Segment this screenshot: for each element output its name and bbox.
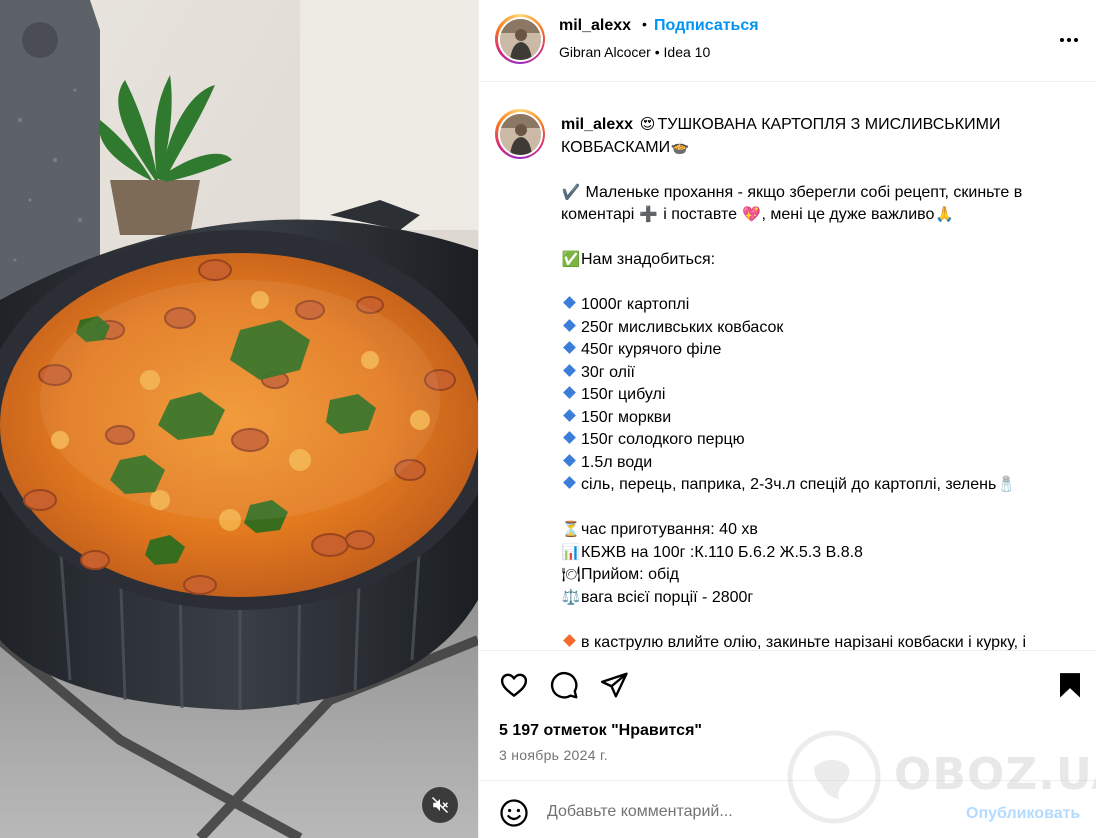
profile-photo-icon	[499, 18, 541, 60]
author-username[interactable]: mil_alexx	[559, 17, 631, 35]
caption-scroll-area[interactable]: mil_alexx 😍 ТУШКОВАНА КАРТОПЛЯ З МИСЛИВСЬ…	[479, 83, 1096, 650]
bookmark-icon[interactable]	[1055, 670, 1085, 700]
smile-icon[interactable]	[499, 798, 529, 828]
caption-author-avatar[interactable]	[495, 109, 545, 159]
hourglass-emoji: ⏳	[561, 521, 581, 538]
step-1: в каструлю влийте олію, закиньте нарізан…	[581, 633, 1027, 651]
blue-diamond-icon	[563, 318, 576, 332]
author-avatar[interactable]	[495, 14, 545, 64]
comment-input[interactable]	[547, 797, 947, 827]
blue-diamond-icon	[563, 408, 576, 422]
ingredient-item: 450г курячого філе	[561, 339, 1061, 362]
heart-emoji: 💖	[742, 206, 761, 223]
ingredient-item: 150г цибулі	[561, 384, 1061, 407]
plus-emoji: ➕	[639, 206, 659, 223]
cooking-time: час приготування: 40 хв	[581, 521, 758, 538]
publish-button[interactable]: Опубликовать	[966, 805, 1080, 823]
pray-emoji: 🙏	[935, 206, 954, 223]
nutrition-info: КБЖВ на 100г :К.110 Б.6.2 Ж.5.3 В.8.8	[581, 543, 863, 561]
post-date[interactable]: 3 ноябрь 2024 г.	[499, 747, 608, 763]
blue-diamond-icon	[563, 363, 576, 377]
ingredient-item: 150г моркви	[561, 407, 1061, 430]
likes-count[interactable]: 5 197 отметок "Нравится"	[499, 722, 702, 740]
heart-eyes-emoji: 😍	[639, 116, 656, 133]
blue-diamond-icon	[563, 431, 576, 444]
blue-diamond-icon	[563, 453, 576, 467]
audio-track[interactable]: Idea 10	[664, 44, 711, 60]
orange-diamond-icon	[563, 633, 576, 647]
blue-diamond-icon	[563, 296, 576, 309]
profile-photo-icon	[499, 113, 541, 155]
meal-type: Прийом: обід	[581, 566, 680, 583]
mute-toggle-button[interactable]	[422, 787, 458, 823]
video-frame-image	[0, 0, 478, 838]
post-header: mil_alexx • Подписаться Gibran Alcocer •…	[479, 0, 1096, 82]
request-text-cont-a: коментарі	[561, 206, 639, 223]
post-video[interactable]	[0, 0, 478, 838]
caption-text: mil_alexx 😍 ТУШКОВАНА КАРТОПЛЯ З МИСЛИВСЬ…	[561, 114, 1061, 650]
audio-artist[interactable]: Gibran Alcocer	[559, 44, 651, 60]
ingredient-item: сіль, перець, паприка, 2-3ч.л спецій до …	[561, 474, 1061, 497]
chart-emoji: 📊	[561, 543, 581, 561]
comment-icon[interactable]	[549, 670, 579, 700]
audio-info[interactable]: Gibran Alcocer • Idea 10	[559, 44, 710, 60]
check-emoji: ✔️	[561, 183, 581, 201]
pot-emoji: 🍲	[670, 138, 690, 156]
request-text: Маленьке прохання - якщо зберегли собі р…	[581, 183, 1023, 201]
follow-button[interactable]: Подписаться	[654, 17, 759, 35]
recipe-title: ТУШКОВАНА КАРТОПЛЯ З МИСЛИВСЬКИМИ	[657, 116, 1001, 133]
separator-dot: •	[642, 16, 647, 32]
share-icon[interactable]	[599, 670, 629, 700]
post-actions: 5 197 отметок "Нравится" 3 ноябрь 2024 г…	[479, 650, 1096, 780]
speaker-muted-icon	[431, 796, 449, 814]
checkbox-emoji: ✅	[561, 251, 581, 268]
request-text-cont-b: і поставте	[658, 206, 742, 223]
scales-emoji: ⚖️	[561, 588, 581, 606]
post-details-panel: mil_alexx • Подписаться Gibran Alcocer •…	[478, 0, 1096, 838]
ingredients-heading: Нам знадобиться:	[581, 251, 716, 268]
request-text-cont-c: , мені це дуже важливо	[761, 206, 935, 223]
caption-username[interactable]: mil_alexx	[561, 116, 633, 133]
portion-weight: вага всієї порції - 2800г	[581, 588, 754, 606]
ingredient-item: 1000г картоплі	[561, 294, 1061, 317]
add-comment-bar: Опубликовать	[479, 780, 1096, 838]
recipe-title-cont: КОВБАСКАМИ	[561, 138, 671, 156]
ingredient-item: 250г мисливських ковбасок	[561, 317, 1061, 340]
ingredient-item: 150г солодкого перцю	[561, 429, 1061, 452]
blue-diamond-icon	[563, 476, 576, 489]
ingredient-item: 1.5л води	[561, 452, 1061, 475]
blue-diamond-icon	[563, 341, 576, 354]
audio-separator: •	[654, 44, 660, 60]
heart-icon[interactable]	[499, 670, 529, 700]
ingredient-item: 30г олії	[561, 362, 1061, 385]
salt-emoji: 🧂	[996, 476, 1016, 493]
blue-diamond-icon	[563, 386, 576, 399]
plate-emoji: 🍽	[561, 566, 581, 583]
more-options-icon[interactable]	[1057, 28, 1081, 52]
